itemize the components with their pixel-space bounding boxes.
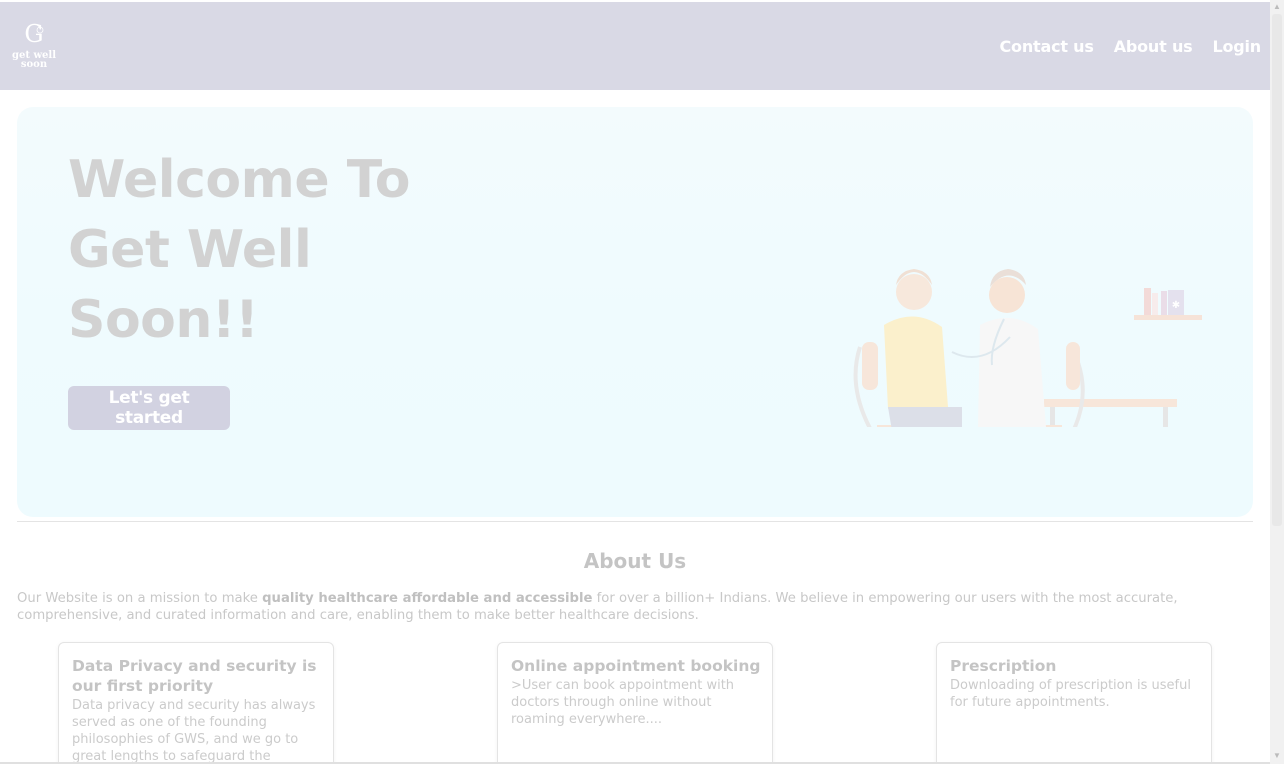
- card-title: Online appointment booking: [511, 657, 761, 675]
- about-us-heading: About Us: [583, 549, 687, 573]
- feature-card-online-appointment: Online appointment booking >User can boo…: [497, 642, 773, 764]
- card-text: >User can book appointment with doctors …: [511, 678, 735, 727]
- svg-text:G: G: [24, 20, 43, 48]
- feature-card-data-privacy: Data Privacy and security is our first p…: [58, 642, 334, 764]
- feature-card-prescription: Prescription Downloading of prescription…: [936, 642, 1212, 764]
- card-text: Downloading of prescription is useful fo…: [950, 678, 1191, 710]
- section-divider: [17, 521, 1253, 522]
- scrollbar-thumb[interactable]: [1272, 14, 1282, 526]
- svg-text:✱: ✱: [1172, 300, 1180, 311]
- hero-title-line-1: Welcome To: [68, 150, 411, 210]
- card-title: Prescription: [950, 657, 1057, 675]
- about-text-part: Our Website is on a mission to make: [17, 591, 263, 606]
- about-us-description: Our Website is on a mission to make qual…: [17, 590, 1253, 624]
- hero-title: Welcome To Get Well Soon!!: [68, 145, 448, 355]
- doctor-consultation-illustration: ✱: [853, 269, 1202, 427]
- get-started-button[interactable]: Let's get started: [68, 386, 230, 430]
- page: G get well soon Contact us About us Logi…: [0, 0, 1270, 764]
- card-title: Data Privacy and security is our first p…: [72, 657, 317, 695]
- get-well-soon-logo[interactable]: G get well soon: [10, 18, 58, 74]
- hero-title-line-3: Soon!!: [68, 290, 259, 350]
- svg-text:soon: soon: [21, 59, 48, 70]
- navbar: G get well soon Contact us About us Logi…: [0, 2, 1270, 90]
- hero-section: Welcome To Get Well Soon!! Let's get sta…: [17, 107, 1253, 517]
- card-text: Data privacy and security has always ser…: [72, 698, 316, 764]
- scroll-up-arrow-icon[interactable]: ▲: [1273, 3, 1281, 11]
- nav-links: Contact us About us Login: [1000, 37, 1262, 56]
- nav-link-login[interactable]: Login: [1212, 37, 1261, 56]
- nav-link-contact-us[interactable]: Contact us: [1000, 37, 1094, 56]
- scroll-down-arrow-icon[interactable]: ▼: [1273, 752, 1281, 760]
- hero-title-line-2: Get Well: [68, 220, 312, 280]
- nav-link-about-us[interactable]: About us: [1114, 37, 1193, 56]
- vertical-scrollbar[interactable]: ▲ ▼: [1270, 0, 1284, 764]
- about-text-bold: quality healthcare affordable and access…: [262, 591, 593, 606]
